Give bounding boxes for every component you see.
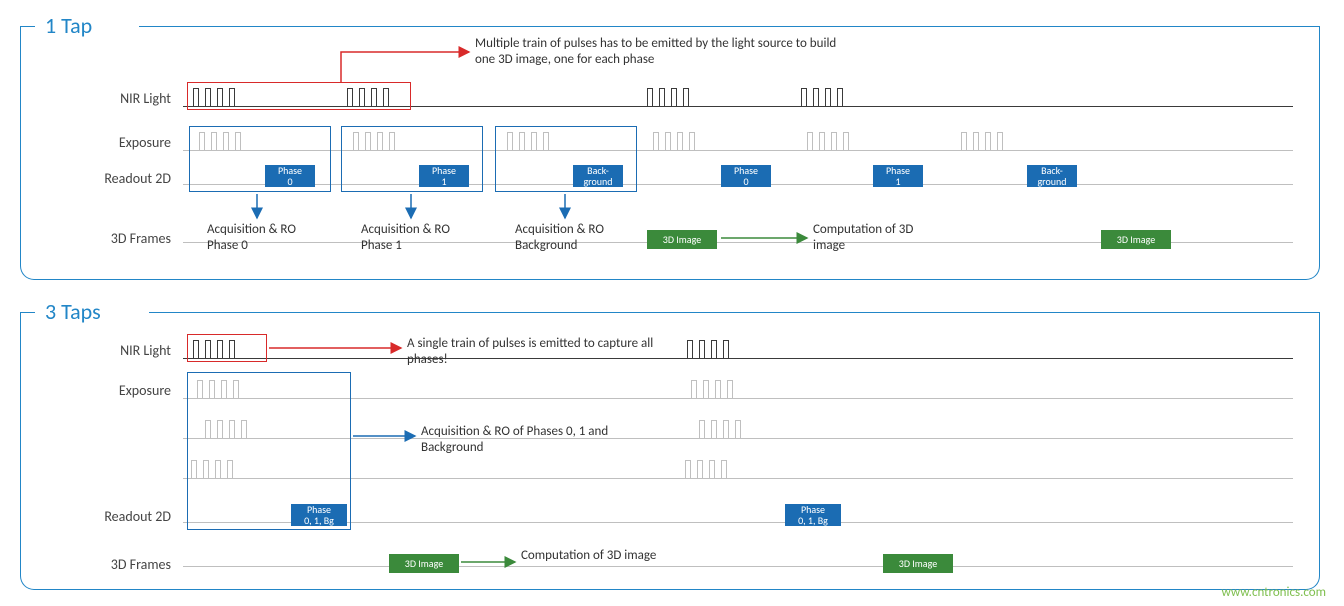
phase-badge-all-b: Phase 0, 1, Bg xyxy=(785,504,841,526)
acq-label-p1: Acquisition & RO Phase 1 xyxy=(361,222,481,253)
label-nir-2: NIR Light xyxy=(61,342,171,359)
panel-title-3taps: 3 Taps xyxy=(39,298,107,325)
panel-3taps: 3 Taps NIR Light Exposure Readout 2D 3D … xyxy=(20,312,1320,590)
exp2-row3-b xyxy=(685,460,727,478)
exp-pulses-5 xyxy=(807,132,849,150)
nir-pulses-2-2 xyxy=(687,340,729,358)
frames-baseline-2 xyxy=(183,566,1293,567)
nir-pulses-3 xyxy=(647,88,689,106)
3d-image-badge-2: 3D Image xyxy=(1101,230,1171,249)
label-exposure-2: Exposure xyxy=(61,382,171,399)
label-frames-2: 3D Frames xyxy=(61,556,171,573)
nir-baseline-2 xyxy=(183,358,1293,359)
label-frames: 3D Frames xyxy=(61,230,171,247)
phase-badge-1b: Phase 1 xyxy=(873,165,923,187)
label-readout: Readout 2D xyxy=(61,170,171,187)
panel-top-border xyxy=(21,312,35,313)
label-exposure: Exposure xyxy=(61,134,171,151)
acq-box-p0 xyxy=(189,126,331,192)
panel-1tap: 1 Tap NIR Light Exposure Readout 2D 3D F… xyxy=(20,26,1320,280)
red-highlight-3taps xyxy=(187,334,267,362)
exp2-row1-b xyxy=(691,380,733,398)
exp2-row2-b xyxy=(699,420,741,438)
acq-label-p0: Acquisition & RO Phase 0 xyxy=(207,222,327,253)
3d-image-badge-3: 3D Image xyxy=(389,554,459,573)
phase-badge-bgb: Back- ground xyxy=(1027,165,1077,187)
watermark: www.cntronics.com xyxy=(1222,585,1326,600)
label-readout-2: Readout 2D xyxy=(61,508,171,525)
panel-top-border xyxy=(21,26,35,27)
panel-top-border xyxy=(149,312,1319,313)
nir-pulses-4 xyxy=(801,88,843,106)
phase-badge-0b: Phase 0 xyxy=(721,165,771,187)
3d-image-badge-1: 3D Image xyxy=(647,230,717,249)
exp-pulses-6 xyxy=(961,132,1003,150)
compute-label-2: Computation of 3D image xyxy=(521,548,661,564)
compute-label-1: Computation of 3D image xyxy=(813,222,933,253)
note-multi-pulse: Multiple train of pulses has to be emitt… xyxy=(475,36,845,69)
red-highlight-1tap xyxy=(187,82,411,110)
panel-title-1tap: 1 Tap xyxy=(39,12,98,39)
3d-image-badge-4: 3D Image xyxy=(883,554,953,573)
label-nir: NIR Light xyxy=(61,90,171,107)
panel-top-border xyxy=(139,26,1319,27)
exp-pulses-4 xyxy=(653,132,695,150)
note-acq-ro-phases: Acquisition & RO of Phases 0, 1 and Back… xyxy=(421,424,641,457)
acq-label-bg: Acquisition & RO Background xyxy=(515,222,645,253)
acq-box-p1 xyxy=(341,126,483,192)
phase-badge-all-a: Phase 0, 1, Bg xyxy=(291,504,347,526)
acq-box-bg xyxy=(495,126,637,192)
note-single-pulse: A single train of pulses is emitted to c… xyxy=(407,336,667,369)
